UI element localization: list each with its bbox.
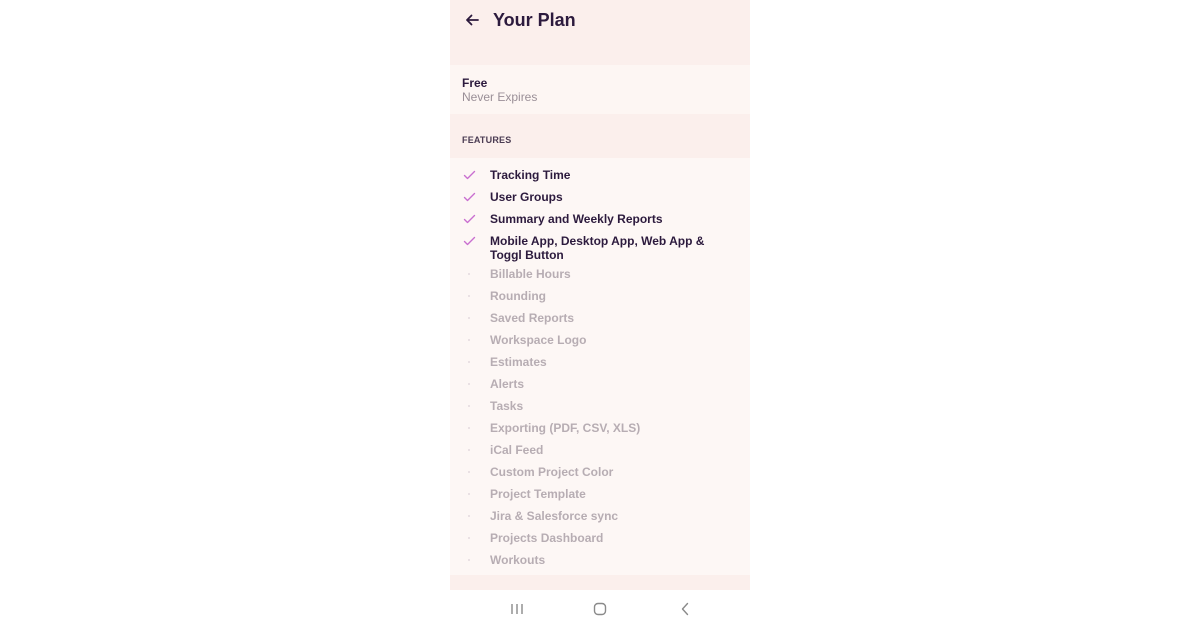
plan-name: Free [462,76,488,90]
feature-label: User Groups [490,190,563,204]
system-back-button[interactable] [675,599,695,619]
feature-label: Summary and Weekly Reports [490,212,663,226]
system-nav-bar [450,590,750,628]
dot-icon [462,487,476,501]
feature-label: Tracking Time [490,168,571,182]
feature-label: Saved Reports [490,311,575,325]
dot-icon [462,377,476,391]
feature-label: Alerts [490,377,525,391]
feature-label: Exporting (PDF, CSV, XLS) [490,421,641,435]
home-button[interactable] [590,599,610,619]
features-list: Tracking Time User Groups Summary and Week… [450,158,750,575]
dot-icon [462,443,476,457]
feature-label: Estimates [490,355,547,369]
arrow-left-icon [466,14,479,26]
dot-icon [462,531,476,545]
plan-card: Free Never Expires [450,65,750,114]
feature-label: Mobile App, Desktop App, Web App & Toggl… [490,234,705,262]
check-icon [462,168,476,182]
dot-icon [462,399,476,413]
dot-icon [462,355,476,369]
app-header: Your Plan [450,0,750,65]
check-icon [462,234,476,248]
page-title: Your Plan [493,10,576,30]
dot-icon [462,333,476,347]
phone-screen: Your Plan Free Never Expires FEATURES Tr… [450,0,750,628]
features-section-header: FEATURES [450,114,750,158]
feature-label: Rounding [490,289,546,303]
dot-icon [462,267,476,281]
recent-apps-icon [511,604,523,614]
check-icon [462,190,476,204]
feature-label: iCal Feed [490,443,544,457]
back-button[interactable] [460,8,484,32]
feature-label: Project Template [490,487,586,501]
list-bottom-strip [450,575,750,590]
dot-icon [462,465,476,479]
feature-label: Workspace Logo [490,333,587,347]
plan-expiry: Never Expires [462,90,538,104]
back-chevron-icon [681,602,689,616]
feature-label: Tasks [490,399,524,413]
feature-label: Workouts [490,553,546,567]
dot-icon [462,509,476,523]
feature-label: Billable Hours [490,267,571,281]
feature-label: Custom Project Color [490,465,614,479]
dot-icon [462,289,476,303]
feature-label: Projects Dashboard [490,531,604,545]
recent-apps-button[interactable] [507,599,527,619]
dot-icon [462,421,476,435]
dot-icon [462,553,476,567]
check-icon [462,212,476,226]
home-icon [593,602,607,616]
feature-label: Jira & Salesforce sync [490,509,619,523]
dot-icon [462,311,476,325]
features-label: FEATURES [462,135,512,145]
